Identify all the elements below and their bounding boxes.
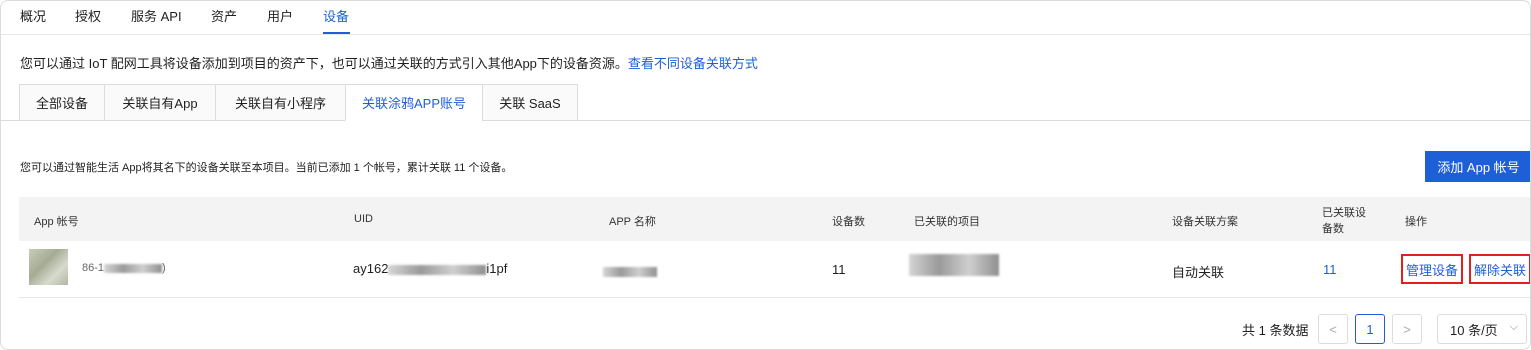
app-account-cell: 86-1) (82, 262, 166, 274)
nav-overview[interactable]: 概况 (20, 6, 46, 25)
page-1-button[interactable]: 1 (1355, 314, 1385, 344)
tab-tuya-app-account[interactable]: 关联涂鸦APP账号 (345, 84, 483, 121)
linked-device-count-link[interactable]: 11 (1323, 262, 1337, 277)
nav-service-api[interactable]: 服务 API (131, 6, 182, 25)
col-linked-projects: 已关联的项目 (914, 216, 980, 228)
nav-active-indicator (323, 32, 350, 34)
intro-description: 您可以通过 IoT 配网工具将设备添加到项目的资产下，也可以通过关联的方式引入其… (20, 56, 628, 71)
link-scheme: 自动关联 (1172, 265, 1225, 280)
col-linked-devices-line1: 已关联设 (1322, 207, 1366, 219)
uid-prefix: ay162 (353, 261, 389, 276)
col-app-account: App 帐号 (34, 216, 79, 228)
col-device-count: 设备数 (832, 216, 865, 228)
intro-text: 您可以通过 IoT 配网工具将设备添加到项目的资产下，也可以通过关联的方式引入其… (20, 53, 758, 72)
page-frame: 概况 授权 服务 API 资产 用户 设备 您可以通过 IoT 配网工具将设备添… (0, 0, 1531, 350)
table-row: 86-1) ay162 i1pf 11 自动关联 11 管理设备 解除关联 (19, 241, 1530, 298)
prev-page-button[interactable]: < (1318, 314, 1348, 344)
app-name-cell (603, 263, 657, 278)
intro-link[interactable]: 查看不同设备关联方式 (628, 56, 758, 71)
account-suffix: ) (162, 262, 166, 274)
next-page-button[interactable]: > (1392, 314, 1422, 344)
uid-cell: ay162 i1pf (353, 261, 507, 276)
nav-devices[interactable]: 设备 (323, 6, 349, 25)
col-link-scheme: 设备关联方案 (1172, 216, 1238, 228)
page-size-value: 10 条/页 (1450, 322, 1498, 338)
col-uid: UID (354, 213, 373, 225)
nav-assets[interactable]: 资产 (211, 6, 237, 25)
nav-authorization[interactable]: 授权 (75, 6, 101, 25)
pagination-total: 共 1 条数据 (1242, 323, 1309, 338)
avatar (29, 249, 68, 285)
redacted-account (104, 263, 163, 273)
redacted-app-name (603, 266, 657, 277)
redacted-project (909, 254, 999, 276)
tab-own-miniprogram[interactable]: 关联自有小程序 (215, 84, 346, 121)
tab-saas[interactable]: 关联 SaaS (482, 84, 578, 121)
linked-projects-cell (909, 254, 999, 276)
page-size-select[interactable]: 10 条/页 ⌵ (1437, 314, 1527, 344)
top-nav: 概况 授权 服务 API 资产 用户 设备 (1, 1, 1530, 35)
chevron-down-icon: ⌵ (1509, 321, 1518, 333)
uid-suffix: i1pf (486, 261, 508, 276)
col-linked-devices-line2: 备数 (1322, 223, 1344, 235)
unlink-button[interactable]: 解除关联 (1469, 254, 1530, 284)
add-app-account-button[interactable]: 添加 App 帐号 (1425, 151, 1530, 182)
tab-own-app[interactable]: 关联自有App (104, 84, 216, 121)
tab-all-devices[interactable]: 全部设备 (19, 84, 105, 121)
nav-users[interactable]: 用户 (267, 6, 293, 25)
table-header: App 帐号 UID APP 名称 设备数 已关联的项目 设备关联方案 已关联设… (19, 197, 1530, 241)
redacted-uid (388, 264, 487, 275)
device-count: 11 (832, 262, 846, 277)
manage-devices-button[interactable]: 管理设备 (1401, 254, 1463, 284)
summary-text: 您可以通过智能生活 App将其名下的设备关联至本项目。当前已添加 1 个帐号，累… (20, 162, 513, 174)
col-app-name: APP 名称 (609, 216, 656, 228)
account-prefix: 86-1 (82, 262, 105, 274)
col-actions: 操作 (1405, 216, 1427, 228)
